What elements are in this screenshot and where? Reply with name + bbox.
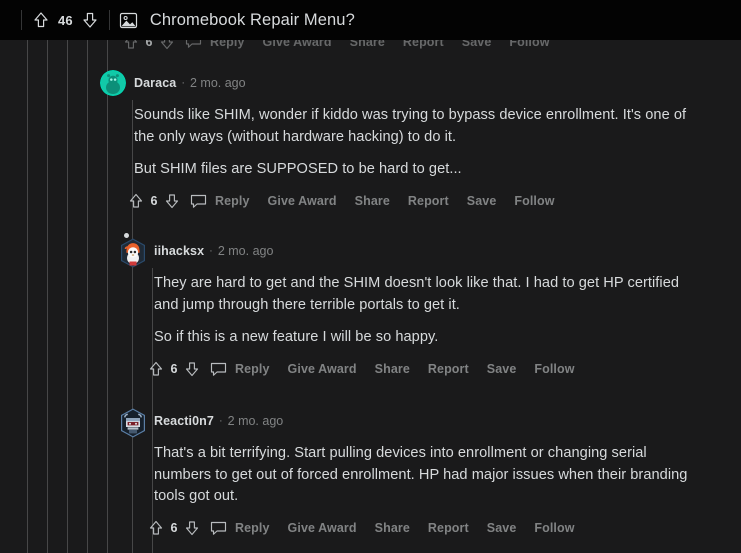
reply-button[interactable]: Reply xyxy=(235,521,270,535)
downvote-arrow-icon[interactable] xyxy=(163,192,181,210)
report-button[interactable]: Report xyxy=(408,194,449,208)
image-thumbnail-icon[interactable] xyxy=(119,11,138,30)
reply-bubble-icon[interactable] xyxy=(209,519,228,538)
give-award-button[interactable]: Give Award xyxy=(288,362,357,376)
downvote-arrow-icon[interactable] xyxy=(80,10,100,30)
comment-thread: 6 Reply Give Award Share Report Save Fol… xyxy=(0,34,741,553)
header-left-divider xyxy=(21,10,22,30)
upvote-arrow-icon[interactable] xyxy=(127,192,145,210)
avatar[interactable] xyxy=(100,70,126,96)
upvote-arrow-icon[interactable] xyxy=(147,360,165,378)
meta-separator: · xyxy=(218,415,223,427)
report-button[interactable]: Report xyxy=(428,362,469,376)
reply-button[interactable]: Reply xyxy=(235,362,270,376)
follow-button[interactable]: Follow xyxy=(534,521,574,535)
comment-body: That's a bit terrifying. Start pulling d… xyxy=(154,443,699,508)
comment-timestamp: 2 mo. ago xyxy=(227,414,284,428)
meta-separator: · xyxy=(181,77,185,89)
avatar[interactable] xyxy=(120,408,146,438)
meta-separator: · xyxy=(209,245,213,257)
post-title[interactable]: Chromebook Repair Menu? xyxy=(150,11,355,30)
comment-header: Daraca · 2 mo. ago xyxy=(100,70,700,96)
comment-body: They are hard to get and the SHIM doesn'… xyxy=(154,273,705,349)
give-award-button[interactable]: Give Award xyxy=(268,194,337,208)
comment-header: Reacti0n7 · 2 mo. ago xyxy=(120,408,705,438)
comment-score: 6 xyxy=(150,194,158,208)
comment-score: 6 xyxy=(170,521,178,535)
comment-paragraph: They are hard to get and the SHIM doesn'… xyxy=(154,275,680,313)
avatar[interactable] xyxy=(120,238,146,268)
comment-author[interactable]: Reacti0n7 xyxy=(154,414,214,428)
comment-header: iihacksx · 2 mo. ago xyxy=(120,238,705,268)
comment-action-row: 6 Reply Give Award Share Report Save Fol… xyxy=(147,360,705,379)
post-score: 46 xyxy=(58,12,73,28)
comment-paragraph: Sounds like SHIM, wonder if kiddo was tr… xyxy=(134,107,687,145)
reply-bubble-icon[interactable] xyxy=(209,360,228,379)
reply-button[interactable]: Reply xyxy=(215,194,250,208)
comment-item: iihacksx · 2 mo. ago They are hard to ge… xyxy=(120,233,705,379)
comment-paragraph: But SHIM files are SUPPOSED to be hard t… xyxy=(134,161,462,177)
comment-timestamp: 2 mo. ago xyxy=(217,244,274,258)
give-award-button[interactable]: Give Award xyxy=(288,521,357,535)
comment-paragraph: That's a bit terrifying. Start pulling d… xyxy=(154,445,688,504)
follow-button[interactable]: Follow xyxy=(534,362,574,376)
share-button[interactable]: Share xyxy=(355,194,390,208)
comment-item: Reacti0n7 · 2 mo. ago That's a bit terri… xyxy=(120,408,705,538)
report-button[interactable]: Report xyxy=(428,521,469,535)
downvote-arrow-icon[interactable] xyxy=(183,360,201,378)
save-button[interactable]: Save xyxy=(467,194,497,208)
post-header-bar: 46 Chromebook Repair Menu? xyxy=(0,0,741,40)
downvote-arrow-icon[interactable] xyxy=(183,519,201,537)
reply-bubble-icon[interactable] xyxy=(189,192,208,211)
comment-author[interactable]: Daraca xyxy=(134,76,176,90)
share-button[interactable]: Share xyxy=(375,362,410,376)
comment-action-row: 6 Reply Give Award Share Report Save Fol… xyxy=(147,519,705,538)
upvote-arrow-icon[interactable] xyxy=(31,10,51,30)
comment-author[interactable]: iihacksx xyxy=(154,244,204,258)
comment-body: Sounds like SHIM, wonder if kiddo was tr… xyxy=(134,105,700,181)
share-button[interactable]: Share xyxy=(375,521,410,535)
comment-action-row: 6 Reply Give Award Share Report Save Fol… xyxy=(127,192,700,211)
follow-button[interactable]: Follow xyxy=(514,194,554,208)
save-button[interactable]: Save xyxy=(487,362,517,376)
upvote-arrow-icon[interactable] xyxy=(147,519,165,537)
comment-timestamp: 2 mo. ago xyxy=(189,76,246,90)
comment-paragraph: So if this is a new feature I will be so… xyxy=(154,329,439,345)
header-right-divider xyxy=(108,10,110,30)
save-button[interactable]: Save xyxy=(487,521,517,535)
comment-score: 6 xyxy=(170,362,178,376)
comment-item: Daraca · 2 mo. ago Sounds like SHIM, won… xyxy=(100,70,700,211)
